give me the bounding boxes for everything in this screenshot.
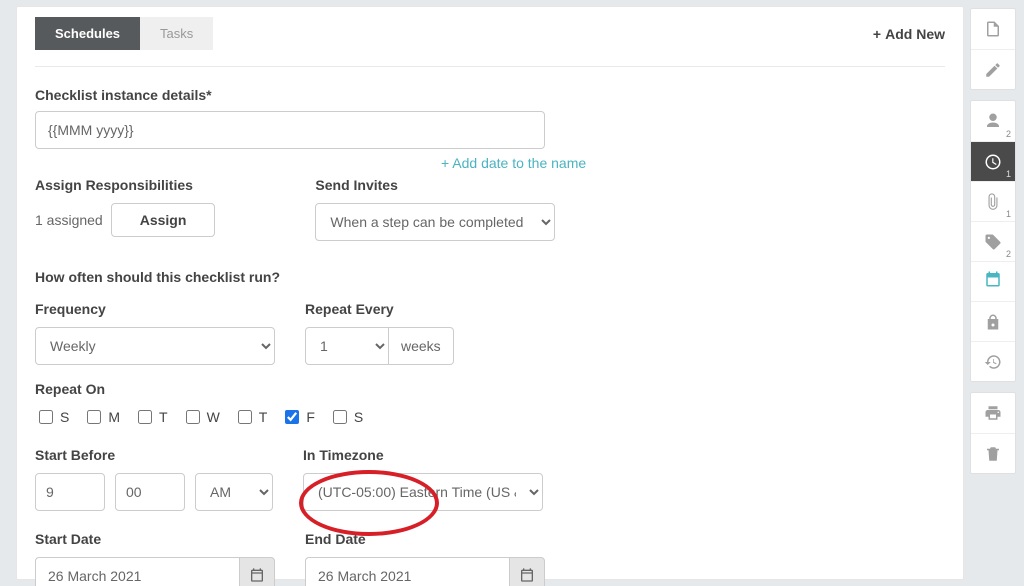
start-date-group: Start Date xyxy=(35,531,275,586)
day-label-3: W xyxy=(207,409,220,425)
day-label-5: F xyxy=(306,409,315,425)
how-often-label: How often should this checklist run? xyxy=(35,269,945,285)
rail-tag-badge: 2 xyxy=(1006,249,1011,259)
frequency-label: Frequency xyxy=(35,301,275,317)
assign-count: 1 assigned xyxy=(35,212,103,228)
assign-group: Assign Responsibilities 1 assigned Assig… xyxy=(35,177,215,237)
repeat-every-unit: weeks xyxy=(389,327,454,365)
day-label-4: T xyxy=(259,409,268,425)
start-date-label: Start Date xyxy=(35,531,275,547)
repeat-on-label: Repeat On xyxy=(35,381,945,397)
rail-history-icon[interactable] xyxy=(971,341,1015,381)
rail-schedule-badge: 1 xyxy=(1006,169,1011,179)
rail-schedule-icon[interactable]: 1 xyxy=(971,141,1015,181)
plus-icon: + xyxy=(873,26,881,42)
calendar-icon xyxy=(519,567,535,586)
rail-document-icon[interactable] xyxy=(971,9,1015,49)
rail-group-2: 2 1 1 2 xyxy=(970,100,1016,382)
start-date-input[interactable] xyxy=(35,557,239,586)
repeat-every-value[interactable]: 1 xyxy=(305,327,389,365)
rail-users-icon[interactable]: 2 xyxy=(971,101,1015,141)
day-checkbox-0[interactable] xyxy=(39,410,53,424)
add-new-label: Add New xyxy=(885,26,945,42)
rail-group-1 xyxy=(970,8,1016,90)
rail-lock-icon[interactable] xyxy=(971,301,1015,341)
repeat-on-group: Repeat On S M T W T F S xyxy=(35,381,945,427)
day-6[interactable]: S xyxy=(329,407,363,427)
end-date-picker-button[interactable] xyxy=(509,557,545,586)
rail-print-icon[interactable] xyxy=(971,393,1015,433)
add-new-link[interactable]: + Add New xyxy=(873,26,945,42)
day-0[interactable]: S xyxy=(35,407,69,427)
day-label-1: M xyxy=(108,409,120,425)
main-panel: Schedules Tasks + Add New Checklist inst… xyxy=(16,6,964,580)
end-date-input[interactable] xyxy=(305,557,509,586)
right-icon-rail: 2 1 1 2 xyxy=(970,8,1016,474)
details-label: Checklist instance details* xyxy=(35,87,945,103)
timezone-group: In Timezone (UTC-05:00) Eastern Time (US… xyxy=(303,447,543,511)
day-label-2: T xyxy=(159,409,168,425)
tabs-row: Schedules Tasks + Add New xyxy=(17,7,963,50)
invites-select[interactable]: When a step can be completed xyxy=(315,203,555,241)
rail-users-badge: 2 xyxy=(1006,129,1011,139)
repeat-every-label: Repeat Every xyxy=(305,301,454,317)
rail-attach-icon[interactable]: 1 xyxy=(971,181,1015,221)
frequency-group: Frequency Weekly xyxy=(35,301,275,365)
rail-attach-badge: 1 xyxy=(1006,209,1011,219)
start-minute-input[interactable] xyxy=(115,473,185,511)
rail-group-3 xyxy=(970,392,1016,474)
invites-group: Send Invites When a step can be complete… xyxy=(315,177,555,241)
tab-schedules[interactable]: Schedules xyxy=(35,17,140,50)
day-checkbox-2[interactable] xyxy=(138,410,152,424)
day-checkbox-6[interactable] xyxy=(333,410,347,424)
day-label-6: S xyxy=(354,409,363,425)
tabs: Schedules Tasks xyxy=(35,17,213,50)
day-label-0: S xyxy=(60,409,69,425)
rail-calendar-icon[interactable] xyxy=(971,261,1015,301)
timezone-select[interactable]: (UTC-05:00) Eastern Time (US & Can… xyxy=(303,473,543,511)
end-date-group: End Date xyxy=(305,531,545,586)
details-input[interactable] xyxy=(35,111,545,149)
day-1[interactable]: M xyxy=(83,407,120,427)
days-row: SMTWTFS xyxy=(35,407,945,427)
calendar-icon xyxy=(249,567,265,586)
day-checkbox-4[interactable] xyxy=(238,410,252,424)
frequency-select[interactable]: Weekly xyxy=(35,327,275,365)
day-checkbox-5[interactable] xyxy=(285,410,299,424)
day-3[interactable]: W xyxy=(182,407,220,427)
start-before-label: Start Before xyxy=(35,447,273,463)
tab-tasks[interactable]: Tasks xyxy=(140,17,213,50)
invites-label: Send Invites xyxy=(315,177,555,193)
assign-button[interactable]: Assign xyxy=(111,203,216,237)
schedule-form: Checklist instance details* + Add date t… xyxy=(17,67,963,586)
start-ampm-select[interactable]: AM xyxy=(195,473,273,511)
day-checkbox-1[interactable] xyxy=(87,410,101,424)
rail-edit-icon[interactable] xyxy=(971,49,1015,89)
assign-label: Assign Responsibilities xyxy=(35,177,215,193)
start-hour-input[interactable] xyxy=(35,473,105,511)
day-5[interactable]: F xyxy=(281,407,315,427)
add-date-link[interactable]: + Add date to the name xyxy=(441,155,945,171)
timezone-label: In Timezone xyxy=(303,447,543,463)
details-group: Checklist instance details* + Add date t… xyxy=(35,87,945,171)
start-before-group: Start Before AM xyxy=(35,447,273,511)
end-date-label: End Date xyxy=(305,531,545,547)
day-2[interactable]: T xyxy=(134,407,168,427)
day-4[interactable]: T xyxy=(234,407,268,427)
rail-delete-icon[interactable] xyxy=(971,433,1015,473)
start-date-picker-button[interactable] xyxy=(239,557,275,586)
rail-tag-icon[interactable]: 2 xyxy=(971,221,1015,261)
repeat-every-group: Repeat Every 1 weeks xyxy=(305,301,454,365)
day-checkbox-3[interactable] xyxy=(186,410,200,424)
